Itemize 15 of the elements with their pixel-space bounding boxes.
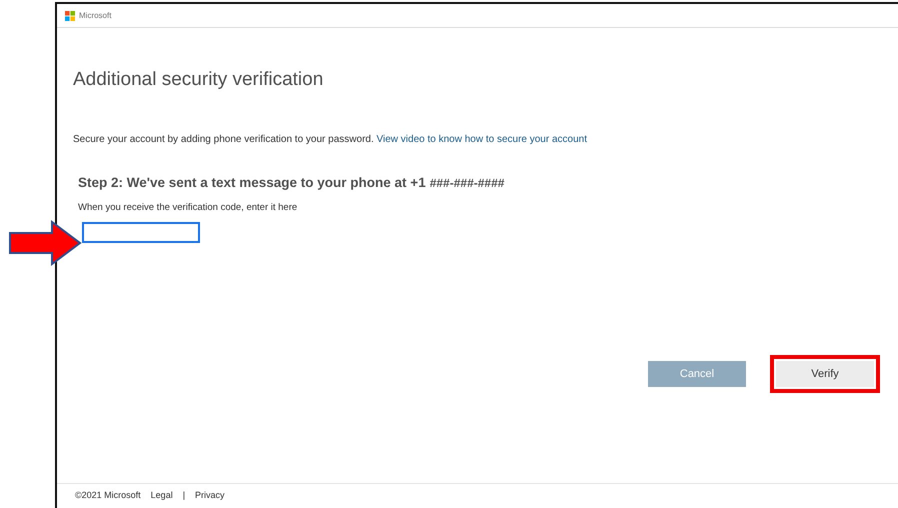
intro-text: Secure your account by adding phone verification to your password. View video to know how to secure your account xyxy=(73,133,588,147)
logo-text: Microsoft xyxy=(79,10,112,22)
pointer-arrow-icon xyxy=(8,220,82,266)
phone-number: ###-###-#### xyxy=(430,175,504,192)
page-title: Additional security verification xyxy=(73,68,324,92)
step-heading: Step 2: We've sent a text message to your phone at +1 xyxy=(78,174,426,192)
logo-icon xyxy=(65,10,75,20)
separator-text: | xyxy=(182,489,186,502)
footer-link[interactable]: Privacy xyxy=(195,489,225,503)
verify-button[interactable]: Verify xyxy=(776,360,874,387)
copyright-text: ©2021 Microsoft xyxy=(75,489,141,502)
code-field[interactable] xyxy=(82,222,200,242)
video-link[interactable]: View video to know how to secure your account xyxy=(376,134,588,145)
code-label: When you receive the verification code, enter it here xyxy=(78,201,298,216)
footer-link[interactable]: Legal xyxy=(150,489,173,503)
